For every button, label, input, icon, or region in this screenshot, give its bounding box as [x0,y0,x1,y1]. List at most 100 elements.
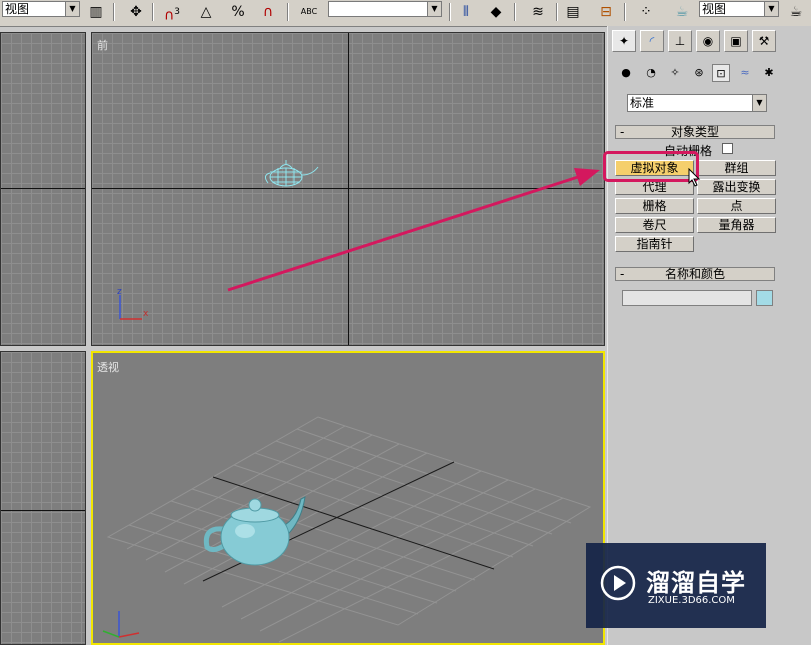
name-color-rollout[interactable]: - 名称和颜色 [615,267,775,281]
render-type-value: 视图 [702,2,727,16]
perspective-viewport[interactable]: 透视 [91,351,605,645]
utilities-tab[interactable]: ⚒ [752,30,776,52]
name-color-header: 名称和颜色 [664,267,725,281]
perspective-grid [106,416,592,643]
snap-dimension-label: 3 [174,7,180,17]
render-setup-icon[interactable]: ☕ [672,2,692,22]
motion-icon: ◉ [702,34,714,48]
top-viewport[interactable] [0,32,86,346]
material-editor-icon[interactable]: ⁘ [636,2,656,22]
motion-tab[interactable]: ◉ [696,30,720,52]
category-value: 标准 [630,96,655,110]
systems-icon[interactable]: ✱ [760,64,778,82]
lights-icon[interactable]: ✧ [666,64,684,82]
toolbar-separator [152,3,154,21]
perspective-axis-tripod [102,611,140,638]
toolbar-separator [624,3,626,21]
grid-button[interactable]: 栅格 [615,198,694,214]
modify-icon: ◜ [649,34,655,48]
main-toolbar: 视图 ▼ ▥ ✥ ∩3 △ % ∩ ABC ▼ ⫴ ◆ ≋ ▤ ⊟ ⁘ ☕ 视图… [0,0,811,27]
toolbar-separator [113,3,115,21]
abc-label: ABC [300,7,318,16]
watermark-url: ZIXUE.3D66.COM [648,595,735,606]
modify-tab[interactable]: ◜ [640,30,664,52]
schematic-view-icon[interactable]: ⊟ [596,2,616,22]
tape-button[interactable]: 卷尺 [615,217,694,233]
teapot-object[interactable] [201,483,311,569]
teapot-wireframe-front[interactable] [260,157,324,191]
protractor-label: 量角器 [718,218,755,232]
toolbar-separator [556,3,558,21]
display-icon: ▣ [730,34,742,48]
watermark-title: 溜溜自学 [646,569,746,597]
toolbar-separator [449,3,451,21]
category-dropdown[interactable]: 标准 ▼ [627,94,767,112]
display-tab[interactable]: ▣ [724,30,748,52]
front-viewport-label[interactable]: 前 [97,37,108,53]
proxy-label: 代理 [642,180,667,194]
pivot-center-icon[interactable]: ▥ [86,2,106,22]
helpers-icon[interactable]: ⊡ [712,64,730,82]
top-axis-line [1,188,85,189]
curve-editor-icon[interactable]: ▤ [563,2,583,22]
named-selection-icon[interactable]: ABC [296,2,322,22]
layer-manager-icon[interactable]: ≋ [528,2,548,22]
hierarchy-tab[interactable]: ⊥ [668,30,692,52]
compass-button[interactable]: 指南针 [615,236,694,252]
tape-label: 卷尺 [642,218,667,232]
object-type-rollout[interactable]: - 对象类型 [615,125,775,139]
reference-coordinate-value: 视图 [5,2,30,16]
mouse-cursor-icon [688,168,701,187]
expose-transform-label: 露出变换 [712,180,761,194]
mirror-icon[interactable]: ⫴ [456,2,476,22]
front-vertical-axis-line [348,33,349,345]
axis-z-label: z [117,287,122,297]
auto-grid-checkbox[interactable] [722,143,733,154]
grid-label: 栅格 [642,199,667,213]
object-color-swatch[interactable] [756,290,773,306]
left-viewport[interactable] [0,351,86,645]
utilities-icon: ⚒ [758,34,770,48]
select-manipulate-icon[interactable]: ✥ [126,2,146,22]
hierarchy-icon: ⊥ [674,34,686,48]
space-warps-icon[interactable]: ≈ [736,64,754,82]
render-type-dropdown[interactable]: 视图 ▼ [699,1,779,17]
rollout-collapse-icon: - [620,125,625,139]
reference-coordinate-dropdown[interactable]: 视图 ▼ [2,1,80,17]
highlight-box [603,151,699,182]
protractor-button[interactable]: 量角器 [697,217,776,233]
point-button[interactable]: 点 [697,198,776,214]
chevron-down-icon: ▼ [764,2,778,16]
create-tab[interactable]: ✦ [612,30,636,52]
group-label: 群组 [724,161,749,175]
rollout-collapse-icon: - [620,267,625,281]
expose-transform-button[interactable]: 露出变换 [697,179,776,195]
quick-render-icon[interactable]: ☕ [786,2,806,22]
geometry-icon[interactable]: ● [617,64,635,82]
chevron-down-icon: ▼ [752,95,766,111]
object-name-field[interactable] [622,290,752,306]
chevron-down-icon: ▼ [427,2,441,16]
named-selection-dropdown[interactable]: ▼ [328,1,442,17]
front-viewport[interactable]: 前 z x [91,32,605,346]
cameras-icon[interactable]: ⊛ [690,64,708,82]
left-axis-line [1,510,85,511]
point-label: 点 [730,199,743,213]
align-icon[interactable]: ◆ [486,2,506,22]
toolbar-separator [287,3,289,21]
watermark: 溜溜自学 ZIXUE.3D66.COM [586,543,766,628]
percent-snap-icon[interactable]: % [228,2,248,22]
group-button[interactable]: 群组 [697,160,776,176]
create-icon: ✦ [618,34,630,48]
object-type-header: 对象类型 [670,125,719,139]
chevron-down-icon: ▼ [65,2,79,16]
angle-snap-icon[interactable]: △ [196,2,216,22]
spinner-snap-icon[interactable]: ∩ [258,2,278,22]
watermark-logo-icon [600,565,636,601]
snap-toggle-icon[interactable]: ∩3 [162,2,182,24]
shapes-icon[interactable]: ◔ [642,64,660,82]
front-horizontal-axis-line [92,188,604,189]
compass-label: 指南针 [636,237,673,251]
toolbar-separator [514,3,516,21]
axis-x-label: x [143,309,149,319]
